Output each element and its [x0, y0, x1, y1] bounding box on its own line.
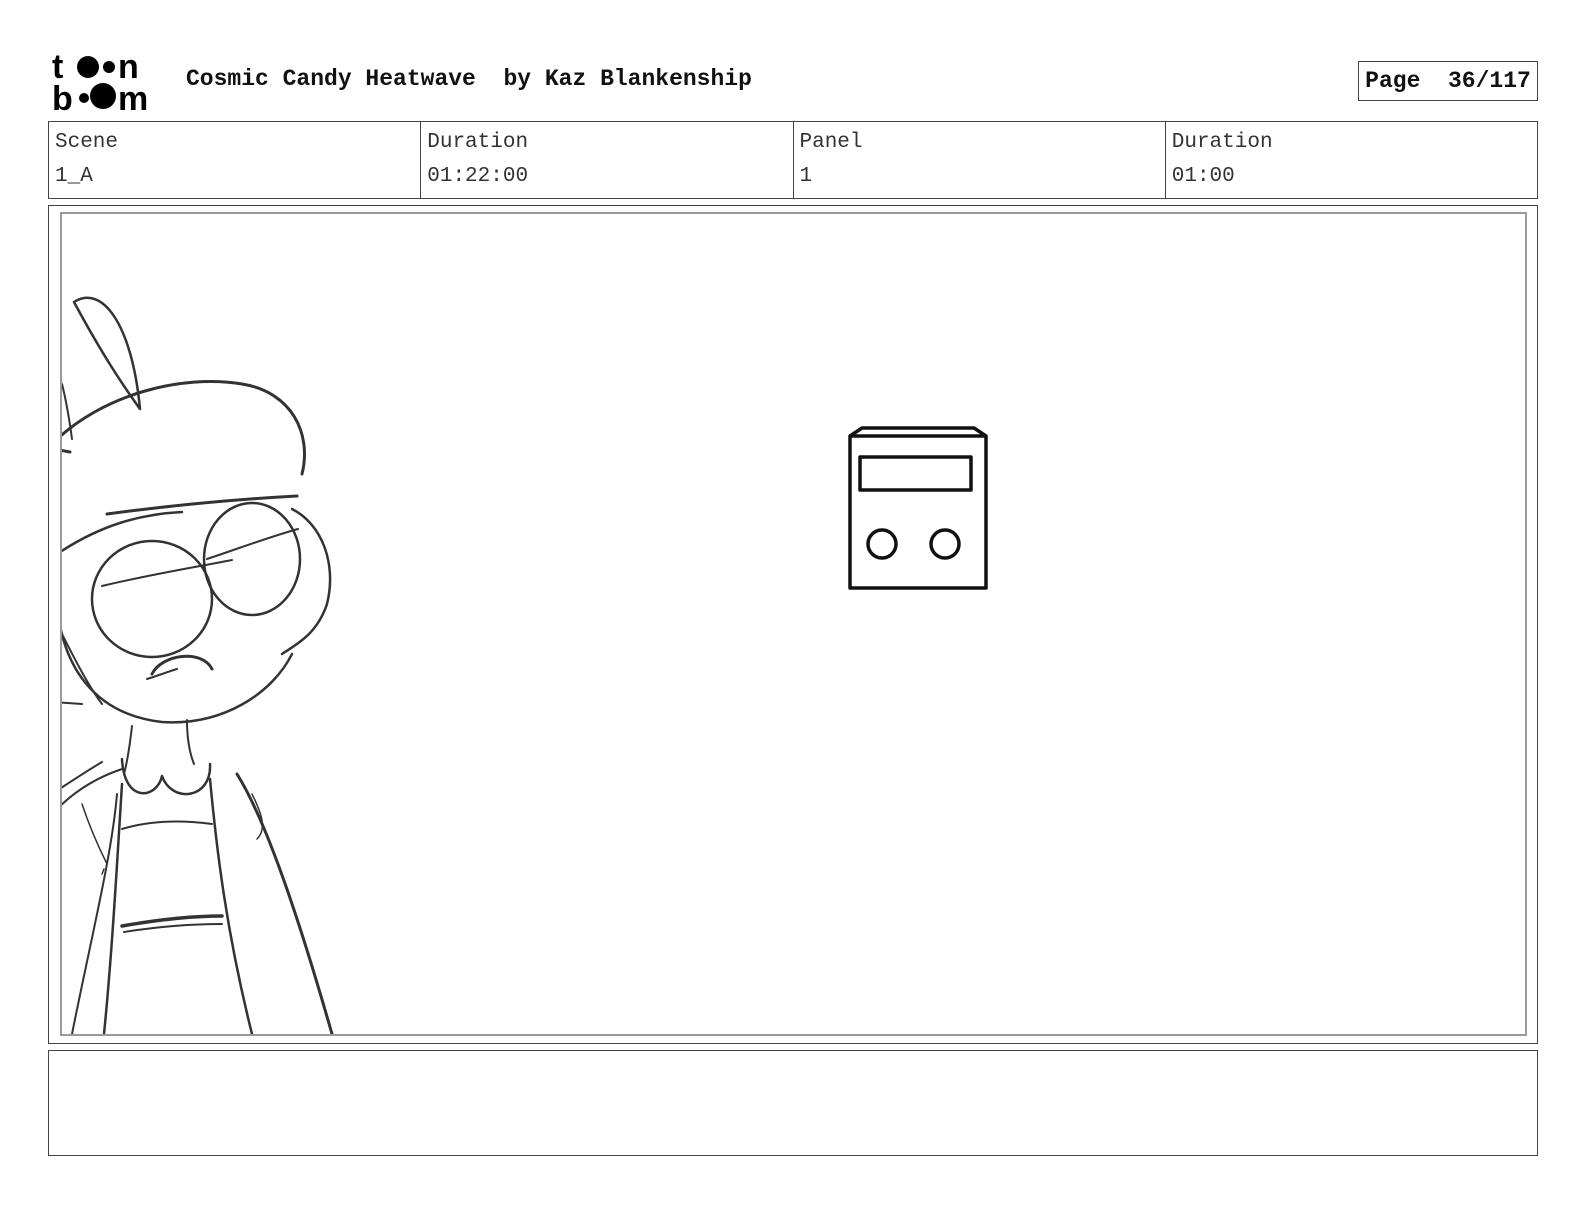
storyboard-sketch	[62, 296, 988, 1034]
character-ear	[72, 296, 142, 411]
character-head	[62, 380, 306, 476]
panel-duration-cell: Duration 01:00	[1166, 122, 1537, 198]
page-indicator: Page 36/117	[1358, 61, 1538, 101]
device-knob-right	[929, 528, 961, 560]
panel-value: 1	[799, 165, 813, 188]
scene-label: Scene	[55, 131, 119, 154]
storyboard-title: Cosmic Candy Heatwave by Kaz Blankenship	[186, 66, 752, 92]
toon-boom-logo: t n b m	[52, 50, 148, 114]
device-display	[858, 455, 973, 492]
panel-notes-box	[48, 1050, 1538, 1156]
character-glasses-right	[202, 501, 302, 617]
panel-drawing-area	[60, 212, 1527, 1036]
panel-duration-label: Duration	[1171, 131, 1273, 154]
scene-value: 1_A	[55, 165, 93, 188]
character-collar	[120, 757, 212, 796]
panel-label: Panel	[799, 131, 863, 154]
radio-device	[848, 426, 988, 590]
svg-text:m: m	[118, 80, 148, 114]
svg-text:b: b	[52, 80, 73, 114]
scene-duration-label: Duration	[427, 131, 529, 154]
panel-duration-value: 01:00	[1171, 165, 1235, 188]
character-mouth	[150, 654, 214, 676]
device-knob-left	[866, 528, 898, 560]
scene-cell: Scene 1_A	[49, 122, 422, 198]
scene-duration-cell: Duration 01:22:00	[421, 122, 794, 198]
panel-cell: Panel 1	[794, 122, 1166, 198]
scene-info-table: Scene 1_A Duration 01:22:00 Panel 1 Dura…	[48, 121, 1538, 199]
scene-duration-value: 01:22:00	[427, 165, 529, 188]
character-glasses-left	[90, 539, 214, 659]
